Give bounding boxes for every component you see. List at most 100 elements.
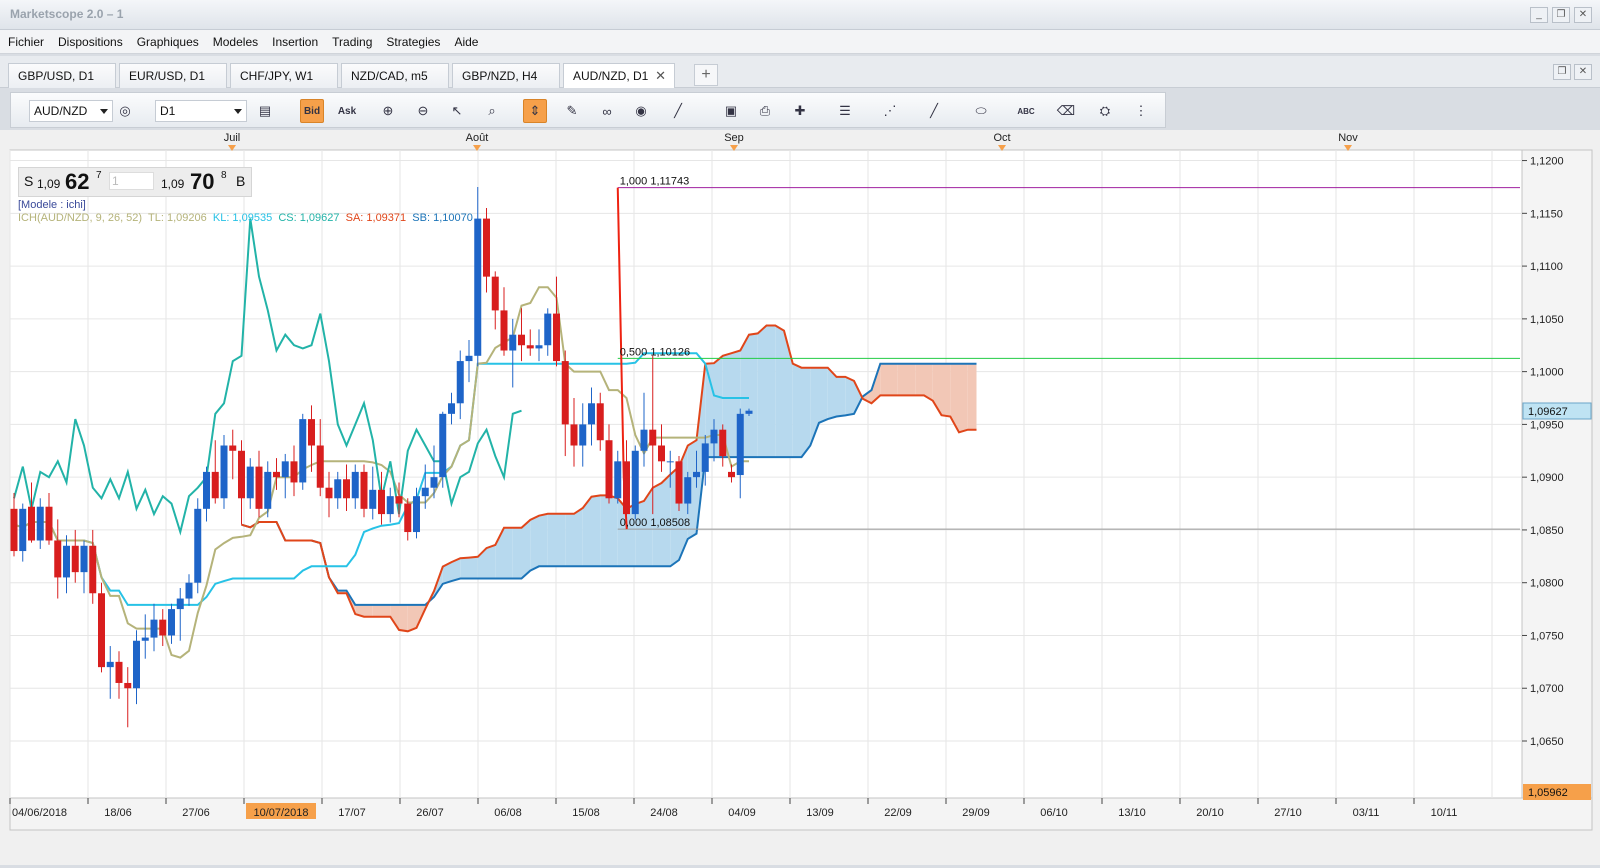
close-panel-icon[interactable]: ✕ xyxy=(1574,64,1592,80)
tab-label: AUD/NZD, D1 xyxy=(573,69,649,83)
x-tick-label: 13/09 xyxy=(806,807,834,819)
y-tick-label: 1,0950 xyxy=(1530,419,1564,431)
timeframe-select[interactable]: D1 xyxy=(155,100,247,122)
tab-gbpnzd-h4[interactable]: GBP/NZD, H4 xyxy=(452,63,560,88)
cursor-icon[interactable]: ↖ xyxy=(445,99,469,123)
candle-body xyxy=(238,450,245,499)
cloud-segment xyxy=(372,604,382,617)
candle-body xyxy=(255,466,263,509)
candle-body xyxy=(588,403,595,425)
sell-label[interactable]: S xyxy=(24,173,33,189)
chart-type-icon[interactable]: ▤ xyxy=(253,99,277,123)
ellipse-icon[interactable]: ⬭ xyxy=(969,99,993,123)
sell-pips[interactable]: 62 xyxy=(65,169,89,195)
menu-insertion[interactable]: Insertion xyxy=(272,35,318,49)
candle-body xyxy=(386,496,394,515)
cloud-segment xyxy=(889,363,898,396)
cloud-segment xyxy=(512,527,522,579)
lines-icon[interactable]: ☰ xyxy=(833,99,857,123)
chart-tab-bar: GBP/USD, D1 EUR/USD, D1 CHF/JPY, W1 NZD/… xyxy=(0,56,1600,88)
x-tick-label: 06/08 xyxy=(494,807,522,819)
print-icon[interactable]: ⎙ xyxy=(753,99,777,123)
menu-dispositions[interactable]: Dispositions xyxy=(58,35,123,49)
cloud-segment xyxy=(766,325,776,458)
tab-eurusd-d1[interactable]: EUR/USD, D1 xyxy=(119,63,227,88)
x-tick-label: 17/07 xyxy=(338,807,366,819)
candle-body xyxy=(395,496,403,504)
candle-body xyxy=(421,487,429,497)
restore-panel-icon[interactable]: ❐ xyxy=(1553,64,1571,80)
candle-body xyxy=(141,637,149,641)
close-icon[interactable]: ✕ xyxy=(1574,7,1592,23)
fib-label-0: 0,000 1,08508 xyxy=(620,517,690,529)
candle-body xyxy=(605,440,613,499)
menu-strategies[interactable]: Strategies xyxy=(386,35,440,49)
symbol-select[interactable]: AUD/NZD xyxy=(29,100,113,122)
tab-gbpusd-d1[interactable]: GBP/USD, D1 xyxy=(8,63,116,88)
candle-body xyxy=(465,355,473,362)
edit-chart-icon[interactable]: ✎ xyxy=(560,99,584,123)
menu-bar: Fichier Dispositions Graphiques Modeles … xyxy=(0,30,1600,54)
quantity-input[interactable]: 1 xyxy=(109,172,154,190)
candle-body xyxy=(168,609,175,636)
ruler-icon[interactable]: ╱ xyxy=(666,99,690,123)
candle-body xyxy=(19,508,27,552)
menu-graphiques[interactable]: Graphiques xyxy=(137,35,199,49)
restore-icon[interactable]: ❐ xyxy=(1552,7,1570,23)
close-tab-icon[interactable]: ✕ xyxy=(655,68,666,84)
menu-aide[interactable]: Aide xyxy=(454,35,478,49)
minimize-icon[interactable]: _ xyxy=(1530,7,1548,23)
more-icon[interactable]: ⋮ xyxy=(1129,99,1153,123)
buy-label[interactable]: B xyxy=(236,173,245,189)
y-tick-label: 1,1000 xyxy=(1530,367,1564,379)
tab-audnzd-d1[interactable]: AUD/NZD, D1 ✕ xyxy=(563,63,675,88)
candle-body xyxy=(526,345,534,349)
candle-body xyxy=(308,419,315,446)
tab-nzdcad-m5[interactable]: NZD/CAD, m5 xyxy=(341,63,449,88)
menu-trading[interactable]: Trading xyxy=(332,35,372,49)
candle-body xyxy=(719,429,727,457)
cloud-segment xyxy=(469,556,478,579)
globe-icon[interactable]: ◉ xyxy=(629,99,653,123)
month-label: Nov xyxy=(1338,132,1358,144)
image-icon[interactable]: ▣ xyxy=(719,99,743,123)
price-chart[interactable]: Juil Août Sep Oct Nov 1,1200 1,1150 1,1100 1,10… xyxy=(0,130,1600,865)
fan-icon[interactable]: ⋰ xyxy=(878,99,902,123)
candle-body xyxy=(544,313,552,346)
zoom-area-icon[interactable]: ⌕ xyxy=(480,99,504,123)
zoom-out-icon[interactable]: ⊖ xyxy=(411,99,435,123)
cloud-segment xyxy=(556,513,566,567)
ask-button[interactable]: Ask xyxy=(335,99,359,123)
x-tick-label: 20/10 xyxy=(1196,807,1224,819)
crosshair-icon[interactable]: ✚ xyxy=(788,99,812,123)
link-icon[interactable]: ∞ xyxy=(595,99,619,123)
menu-fichier[interactable]: Fichier xyxy=(8,35,44,49)
tab-label: CHF/JPY, W1 xyxy=(240,69,314,83)
plot-area xyxy=(9,149,1523,799)
text-label-icon[interactable]: ABC xyxy=(1014,99,1038,123)
trendline-icon[interactable]: ╱ xyxy=(922,99,946,123)
month-label: Août xyxy=(466,132,489,144)
buy-pips[interactable]: 70 xyxy=(190,169,214,195)
eraser-icon[interactable]: ⌫ xyxy=(1054,99,1078,123)
zoom-in-icon[interactable]: ⊕ xyxy=(376,99,400,123)
chevron-down-icon xyxy=(234,109,242,114)
candle-body xyxy=(640,429,648,451)
add-tab-button[interactable]: + xyxy=(694,64,718,86)
x-tick-label: 06/10 xyxy=(1040,807,1068,819)
cloud-segment xyxy=(757,325,767,458)
compare-icon[interactable]: ◎ xyxy=(113,99,137,123)
hierarchy-icon[interactable]: ⛭ xyxy=(1093,99,1117,123)
bid-button[interactable]: Bid xyxy=(300,99,324,123)
y-tick-label: 1,1100 xyxy=(1530,261,1563,273)
candle-body xyxy=(614,461,622,499)
menu-modeles[interactable]: Modeles xyxy=(213,35,258,49)
tab-label: NZD/CAD, m5 xyxy=(351,69,428,83)
month-label: Oct xyxy=(993,132,1010,144)
tab-chfjpy-w1[interactable]: CHF/JPY, W1 xyxy=(230,63,338,88)
autoscroll-icon[interactable]: ⇕ xyxy=(523,99,547,123)
symbol-value: AUD/NZD xyxy=(34,104,88,118)
candle-body xyxy=(728,471,735,478)
x-tick-label: 04/06/2018 xyxy=(12,807,67,819)
min-price-label: 1,05962 xyxy=(1528,787,1568,799)
